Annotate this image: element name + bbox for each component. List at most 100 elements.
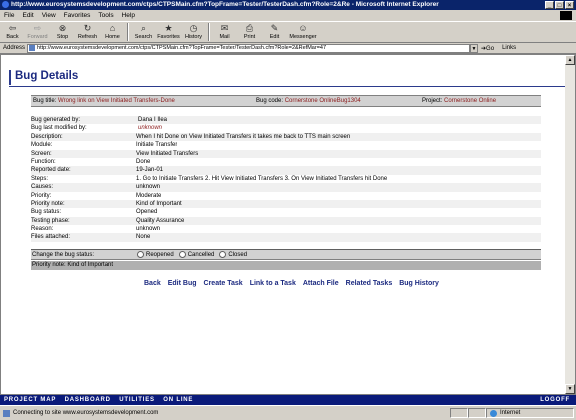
mail-icon: ✉ <box>220 23 229 33</box>
print-icon: ⎙ <box>245 23 254 33</box>
footer-nav-bar: Project Map Dashboard Utilities On Line … <box>0 395 576 405</box>
stop-button[interactable]: ⊗ Stop <box>50 23 75 40</box>
status-cell <box>450 408 468 418</box>
attach-file-link[interactable]: Attach File <box>303 280 339 287</box>
back-arrow-icon: ⇦ <box>8 23 17 33</box>
bug-details-table: Bug generated by: Dana I Ilea Bug last mo… <box>31 116 541 242</box>
security-zone: Internet <box>486 408 574 418</box>
loading-page-icon <box>3 409 10 417</box>
maximize-icon[interactable]: □ <box>555 1 564 9</box>
page-icon <box>29 45 36 51</box>
stop-icon: ⊗ <box>58 23 67 33</box>
create-task-link[interactable]: Create Task <box>204 280 243 287</box>
window-title-bar: http://www.eurosystemsdevelopment.com/ct… <box>0 0 576 10</box>
messenger-icon: ☺ <box>298 23 308 33</box>
forward-arrow-icon: ⇨ <box>33 23 42 33</box>
detail-row: Reported date: 19-Jan-01 <box>31 166 541 175</box>
related-tasks-link[interactable]: Related Tasks <box>346 280 393 287</box>
window-controls: _ □ × <box>545 1 574 9</box>
address-url: http://www.eurosystemsdevelopment.com/ct… <box>37 45 327 51</box>
refresh-button[interactable]: ↻ Refresh <box>75 23 100 40</box>
zone-label: Internet <box>500 410 521 416</box>
browser-toolbar: ⇦ Back ⇨ Forward ⊗ Stop ↻ Refresh ⌂ Home ⌕ Sea… <box>0 21 576 43</box>
menu-tools[interactable]: Tools <box>98 12 113 19</box>
minimize-icon[interactable]: _ <box>545 1 554 9</box>
detail-row: Description: When I hit Done on View Init… <box>31 132 541 142</box>
go-button[interactable]: ➔Go <box>481 45 494 52</box>
bug-history-link[interactable]: Bug History <box>399 280 439 287</box>
home-button[interactable]: ⌂ Home <box>100 23 125 40</box>
menu-help[interactable]: Help <box>122 12 135 19</box>
status-text: Connecting to site www.eurosystemsdevelo… <box>13 410 159 416</box>
menu-edit[interactable]: Edit <box>22 12 33 19</box>
search-icon: ⌕ <box>140 23 147 33</box>
page-title: Bug Details <box>15 70 79 82</box>
toolbar-separator <box>208 23 210 41</box>
status-radio-reopened[interactable]: Reopened <box>137 251 174 258</box>
bug-code-value: Cornerstone OnlineBug1304 <box>284 98 361 104</box>
menu-favorites[interactable]: Favorites <box>64 12 91 19</box>
home-icon: ⌂ <box>109 23 116 33</box>
address-label: Address <box>3 45 26 51</box>
bug-title-label: Bug title: <box>33 98 57 104</box>
footer-dashboard-link[interactable]: Dashboard <box>65 397 111 403</box>
footer-project-map-link[interactable]: Project Map <box>4 397 56 403</box>
project-value: Cornerstone Online <box>444 98 497 104</box>
scroll-up-icon[interactable]: ▲ <box>565 55 575 65</box>
footer-online-link[interactable]: On Line <box>163 397 193 403</box>
window-title: http://www.eurosystemsdevelopment.com/ct… <box>11 1 439 8</box>
detail-row: Causes: unknown <box>31 183 541 192</box>
favorites-button[interactable]: ★ Favorites <box>156 23 181 40</box>
detail-row: Module: Initiate Transfer <box>31 141 541 150</box>
footer-utilities-link[interactable]: Utilities <box>119 397 155 403</box>
action-links: Back Edit Bug Create Task Link to a Task… <box>144 280 446 287</box>
detail-row: Bug generated by: Dana I Ilea <box>31 116 541 125</box>
menu-file[interactable]: File <box>4 12 14 19</box>
address-bar: Address http://www.eurosystemsdevelopmen… <box>0 43 576 54</box>
priority-note-bar: Priority note: Kind of Important <box>31 261 541 270</box>
edit-bug-link[interactable]: Edit Bug <box>168 280 197 287</box>
change-status-row: Change the bug status: Reopened Cancelle… <box>31 249 541 260</box>
page-title-block: Bug Details <box>9 66 209 86</box>
scroll-down-icon[interactable]: ▼ <box>565 384 575 394</box>
back-button[interactable]: ⇦ Back <box>0 23 25 40</box>
forward-button[interactable]: ⇨ Forward <box>25 23 50 40</box>
logoff-link[interactable]: Logoff <box>540 397 570 403</box>
print-button[interactable]: ⎙ Print <box>237 23 262 40</box>
windows-logo-icon <box>560 11 572 20</box>
vertical-scrollbar[interactable]: ▲ ▼ <box>565 55 575 394</box>
detail-row: Steps: 1. Go to Initiate Transfers 2. Hit… <box>31 174 541 184</box>
search-button[interactable]: ⌕ Search <box>131 23 156 40</box>
bug-summary-bar: Bug title: Wrong link on View Initiated … <box>31 95 541 107</box>
links-button[interactable]: Links <box>502 45 516 51</box>
address-dropdown-button[interactable]: ▼ <box>470 43 479 53</box>
detail-row: Priority: Moderate <box>31 191 541 200</box>
menu-view[interactable]: View <box>42 12 56 19</box>
title-divider <box>9 86 565 87</box>
radio-circle-icon <box>219 251 227 258</box>
detail-row: Bug status: Opened <box>31 208 541 217</box>
close-icon[interactable]: × <box>565 1 574 9</box>
toolbar-separator <box>127 23 129 41</box>
link-to-task-link[interactable]: Link to a Task <box>250 280 296 287</box>
edit-button[interactable]: ✎ Edit <box>262 23 287 40</box>
menu-bar: File Edit View Favorites Tools Help <box>0 10 576 21</box>
address-input[interactable]: http://www.eurosystemsdevelopment.com/ct… <box>27 43 471 53</box>
mail-button[interactable]: ✉ Mail <box>212 23 237 40</box>
globe-icon <box>490 409 497 417</box>
radio-circle-icon <box>137 251 144 258</box>
bug-code-label: Bug code: <box>256 98 284 104</box>
detail-row: Bug last modified by: unknown <box>31 124 541 133</box>
back-link[interactable]: Back <box>144 280 161 287</box>
page-content: Bug Details Bug title: Wrong link on Vie… <box>0 54 576 395</box>
messenger-button[interactable]: ☺ Messenger <box>287 23 319 40</box>
bug-title-value: Wrong link on View Initiated Transfers-D… <box>58 98 175 104</box>
refresh-icon: ↻ <box>83 23 92 33</box>
detail-row: Files attached: None <box>31 233 541 242</box>
project-label: Project: <box>422 98 443 104</box>
history-button[interactable]: ◷ History <box>181 23 206 40</box>
detail-row: Reason: unknown <box>31 225 541 234</box>
status-radio-cancelled[interactable]: Cancelled <box>178 251 214 258</box>
status-radio-closed[interactable]: Closed <box>219 251 247 258</box>
browser-status-bar: Connecting to site www.eurosystemsdevelo… <box>0 405 576 420</box>
